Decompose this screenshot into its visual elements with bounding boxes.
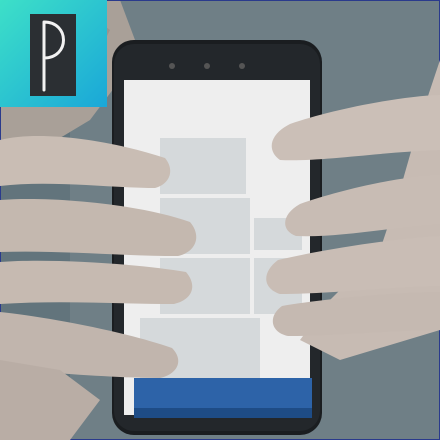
sensor-icon — [239, 63, 245, 69]
screen-bottom-bar — [134, 378, 312, 408]
camera-icon — [169, 63, 175, 69]
sensor-icon — [204, 63, 210, 69]
photo — [0, 0, 440, 440]
screen-bottom-bar-shadow — [134, 408, 312, 418]
brand-logo — [0, 0, 107, 107]
screen-tile — [160, 138, 246, 194]
